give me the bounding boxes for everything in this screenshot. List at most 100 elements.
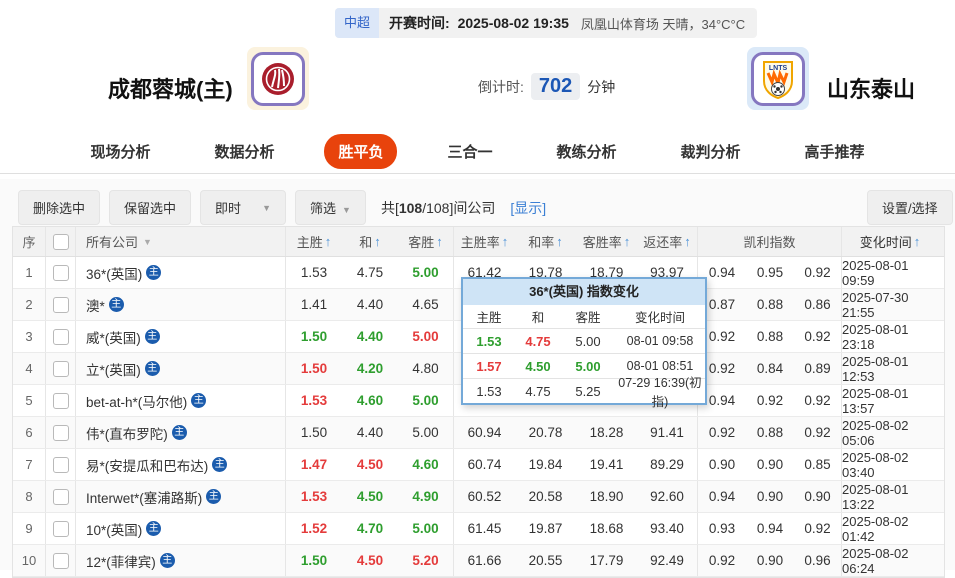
- home-badge-icon[interactable]: 主: [171, 425, 187, 440]
- header-draw-odds[interactable]: 和 ↑: [342, 227, 398, 256]
- keep-selected-button[interactable]: 保留选中: [109, 190, 192, 225]
- league-badge[interactable]: 中超: [335, 8, 380, 38]
- odds-draw[interactable]: 4.50: [342, 449, 398, 480]
- select-all-checkbox[interactable]: [52, 233, 69, 250]
- home-badge-icon[interactable]: 主: [144, 361, 160, 376]
- home-badge-icon[interactable]: 主: [146, 521, 162, 536]
- odds-home[interactable]: 1.53: [286, 257, 342, 288]
- odds-draw[interactable]: 4.40: [342, 321, 398, 352]
- odds-away[interactable]: 5.00: [398, 417, 454, 448]
- header-draw-rate[interactable]: 和率 ↑: [515, 227, 576, 256]
- odds-draw[interactable]: 4.20: [342, 353, 398, 384]
- odds-away[interactable]: 4.60: [398, 449, 454, 480]
- row-checkbox[interactable]: [52, 360, 69, 377]
- odds-away[interactable]: 5.00: [398, 513, 454, 544]
- nav-tab-5[interactable]: 裁判分析: [667, 134, 755, 169]
- header-away-rate[interactable]: 客胜率 ↑: [576, 227, 637, 256]
- odds-away[interactable]: 5.00: [398, 385, 454, 416]
- checkbox-cell: [46, 449, 76, 480]
- odds-draw[interactable]: 4.70: [342, 513, 398, 544]
- nav-tab-3[interactable]: 三合一: [433, 134, 506, 169]
- company-name[interactable]: 10*(英国): [86, 519, 142, 539]
- company-name[interactable]: 伟*(直布罗陀): [86, 423, 168, 443]
- odds-home[interactable]: 1.47: [286, 449, 342, 480]
- header-return-rate[interactable]: 返还率 ↑: [637, 227, 698, 256]
- company-name[interactable]: bet-at-h*(马尔他): [86, 391, 187, 411]
- header-home-odds[interactable]: 主胜 ↑: [286, 227, 342, 256]
- show-link[interactable]: [显示]: [510, 198, 546, 218]
- kelly-draw: 0.90: [756, 553, 784, 568]
- return-rate: 89.29: [637, 449, 698, 480]
- row-checkbox[interactable]: [52, 392, 69, 409]
- odds-home[interactable]: 1.53: [286, 385, 342, 416]
- home-badge-icon[interactable]: 主: [191, 393, 207, 408]
- kelly-away: 0.92: [794, 257, 842, 288]
- popup-away-odds: 5.25: [575, 383, 601, 399]
- row-index: 4: [13, 353, 46, 384]
- odds-home[interactable]: 1.52: [286, 513, 342, 544]
- kelly-draw: 0.88: [756, 297, 784, 312]
- odds-away[interactable]: 5.00: [398, 321, 454, 352]
- company-name[interactable]: 威*(英国): [86, 327, 141, 347]
- odds-away[interactable]: 4.80: [398, 353, 454, 384]
- home-badge-icon[interactable]: 主: [146, 265, 162, 280]
- filter-dropdown[interactable]: 筛选 ▼: [295, 190, 366, 225]
- home-crest-frame: [251, 51, 305, 106]
- home-badge-icon[interactable]: 主: [159, 553, 175, 568]
- checkbox-cell: [46, 257, 76, 288]
- draw-rate: 19.84: [528, 457, 563, 472]
- row-checkbox[interactable]: [52, 520, 69, 537]
- odds-home[interactable]: 1.53: [286, 481, 342, 512]
- odds-home[interactable]: 1.41: [286, 289, 342, 320]
- settings-select-button[interactable]: 设置/选择: [867, 190, 953, 225]
- popup-change-time: 07-29 16:39(初指): [618, 376, 702, 409]
- odds-draw[interactable]: 4.40: [342, 417, 398, 448]
- company-name[interactable]: 36*(英国): [86, 263, 142, 283]
- row-index: 6: [13, 417, 46, 448]
- odds-away[interactable]: 4.65: [398, 289, 454, 320]
- row-checkbox[interactable]: [52, 296, 69, 313]
- row-checkbox[interactable]: [52, 328, 69, 345]
- odds-away[interactable]: 5.20: [398, 545, 454, 576]
- home-badge-icon[interactable]: 主: [144, 329, 160, 344]
- header-change-time[interactable]: 变化时间 ↑: [842, 227, 938, 256]
- odds-away[interactable]: 4.90: [398, 481, 454, 512]
- odds-home[interactable]: 1.50: [286, 417, 342, 448]
- odds-draw[interactable]: 4.75: [342, 257, 398, 288]
- odds-home[interactable]: 1.50: [286, 321, 342, 352]
- header-away-odds[interactable]: 客胜 ↑: [398, 227, 454, 256]
- odds-away[interactable]: 5.00: [398, 257, 454, 288]
- row-checkbox[interactable]: [52, 552, 69, 569]
- table-row: 7 易*(安提瓜和巴布达) 主 1.47 4.50 4.60 60.74 19.84 19.41…: [13, 449, 944, 481]
- home-badge-icon[interactable]: 主: [206, 489, 222, 504]
- company-name[interactable]: 易*(安提瓜和巴布达): [86, 455, 208, 475]
- kelly-home: 0.93: [708, 521, 736, 536]
- nav-tab-4[interactable]: 教练分析: [543, 134, 631, 169]
- sort-up-icon: ↑: [324, 234, 332, 249]
- company-name[interactable]: 澳*: [86, 295, 105, 315]
- home-badge-icon[interactable]: 主: [212, 457, 228, 472]
- odds-draw[interactable]: 4.50: [342, 481, 398, 512]
- row-checkbox[interactable]: [52, 424, 69, 441]
- company-name[interactable]: 立*(英国): [86, 359, 141, 379]
- odds-home[interactable]: 1.50: [286, 353, 342, 384]
- company-name[interactable]: 12*(菲律宾): [86, 551, 156, 571]
- nav-tab-2[interactable]: 胜平负: [324, 134, 398, 169]
- delete-selected-button[interactable]: 删除选中: [18, 190, 101, 225]
- header-company[interactable]: 所有公司 ▼: [76, 227, 286, 256]
- row-checkbox[interactable]: [52, 456, 69, 473]
- odds-draw[interactable]: 4.60: [342, 385, 398, 416]
- odds-home[interactable]: 1.50: [286, 545, 342, 576]
- header-home-rate[interactable]: 主胜率 ↑: [454, 227, 515, 256]
- nav-tab-1[interactable]: 数据分析: [200, 134, 288, 169]
- nav-tab-0[interactable]: 现场分析: [76, 134, 164, 169]
- nav-tab-6[interactable]: 高手推荐: [791, 134, 879, 169]
- row-checkbox[interactable]: [52, 488, 69, 505]
- home-badge-icon[interactable]: 主: [108, 297, 124, 312]
- row-checkbox[interactable]: [52, 264, 69, 281]
- odds-draw[interactable]: 4.50: [342, 545, 398, 576]
- company-name[interactable]: Interwet*(塞浦路斯): [86, 487, 202, 507]
- odds-draw[interactable]: 4.40: [342, 289, 398, 320]
- time-filter-dropdown[interactable]: 即时 ▼: [200, 190, 287, 225]
- match-header: 中超 开赛时间: 2025-08-02 19:35 凤凰山体育场 天晴，34°C…: [0, 0, 955, 130]
